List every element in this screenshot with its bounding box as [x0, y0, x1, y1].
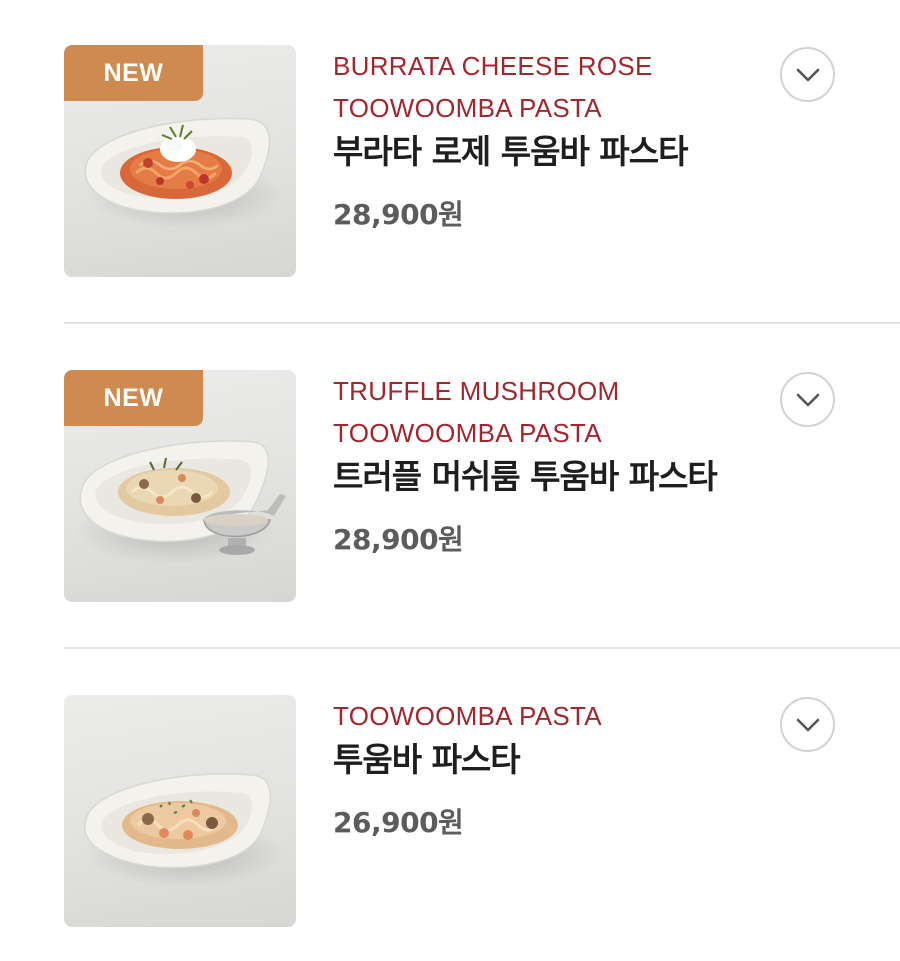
english-name-line-1: TRUFFLE MUSHROOM — [333, 376, 620, 406]
toowoomba-pasta-plate-photo — [83, 773, 284, 887]
menu-item-image[interactable]: NEW — [64, 370, 296, 602]
new-badge: NEW — [64, 370, 203, 426]
menu-item[interactable]: NEW TRUFFLE MUSHROOM TOOWOOMBA PASTA 트러플… — [0, 370, 900, 602]
menu-item[interactable]: NEW BURRATA CHEESE ROSE TOOWOOMBA PASTA … — [0, 45, 900, 277]
menu-item-info: TRUFFLE MUSHROOM TOOWOOMBA PASTA 트러플 머쉬룸… — [333, 370, 773, 560]
divider — [64, 647, 900, 649]
menu-item-image[interactable] — [64, 695, 296, 927]
english-name-line-1: TOOWOOMBA PASTA — [333, 701, 602, 731]
chevron-down-icon — [796, 718, 820, 732]
menu-item-english-name: TRUFFLE MUSHROOM TOOWOOMBA PASTA — [333, 370, 773, 454]
menu-item-info: BURRATA CHEESE ROSE TOOWOOMBA PASTA 부라타 … — [333, 45, 773, 235]
expand-button[interactable] — [780, 372, 835, 427]
menu-item-korean-name: 부라타 로제 투움바 파스타 — [333, 132, 688, 171]
menu-item-price: 26,900원 — [333, 806, 464, 839]
chevron-down-icon — [796, 393, 820, 407]
menu-item-image[interactable]: NEW — [64, 45, 296, 277]
menu-item-korean-name: 투움바 파스타 — [333, 740, 521, 779]
menu-item-price: 28,900원 — [333, 523, 464, 556]
menu-item-english-name: TOOWOOMBA PASTA — [333, 695, 773, 737]
expand-button[interactable] — [780, 47, 835, 102]
chevron-down-icon — [796, 68, 820, 82]
english-name-line-2: TOOWOOMBA PASTA — [333, 93, 602, 123]
menu-item-price: 28,900원 — [333, 198, 464, 231]
divider — [64, 322, 900, 324]
menu-item-english-name: BURRATA CHEESE ROSE TOOWOOMBA PASTA — [333, 45, 773, 129]
english-name-line-2: TOOWOOMBA PASTA — [333, 418, 602, 448]
menu-item-korean-name: 트러플 머쉬룸 투움바 파스타 — [333, 457, 718, 496]
english-name-line-1: BURRATA CHEESE ROSE — [333, 51, 653, 81]
new-badge: NEW — [64, 45, 203, 101]
menu-item-info: TOOWOOMBA PASTA 투움바 파스타 26,900원 — [333, 695, 773, 843]
menu-item[interactable]: TOOWOOMBA PASTA 투움바 파스타 26,900원 — [0, 695, 900, 927]
expand-button[interactable] — [780, 697, 835, 752]
